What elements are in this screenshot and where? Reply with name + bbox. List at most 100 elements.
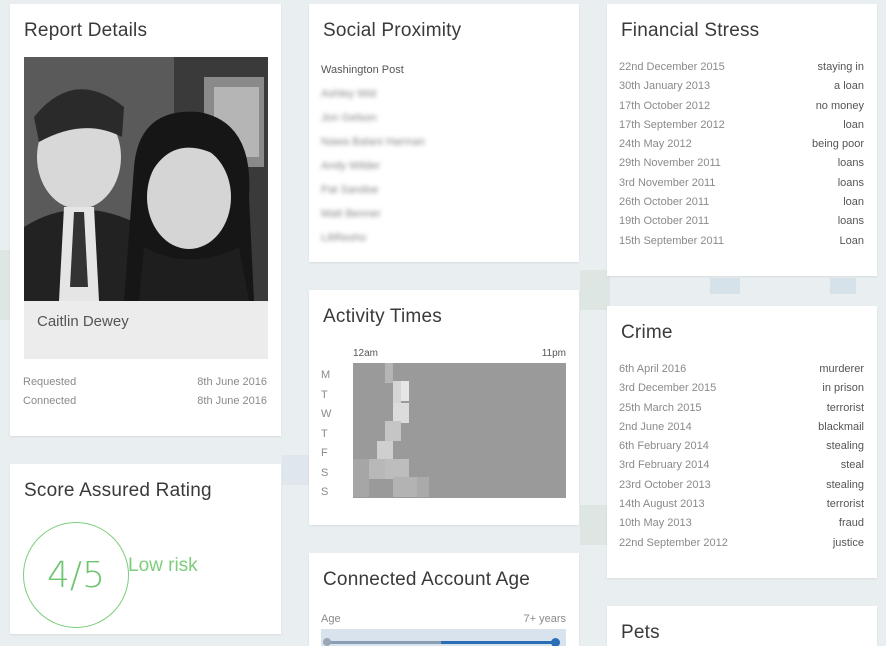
- score-rating-card: Score Assured Rating 4/5 Low risk: [10, 464, 281, 634]
- item-date: 19th October 2011: [619, 215, 710, 228]
- list-item: 25th March 2015 terrorist: [619, 399, 864, 418]
- account-age-card: Connected Account Age Age 7+ years: [309, 553, 579, 646]
- list-item: 14th August 2013 terrorist: [619, 495, 864, 514]
- social-item[interactable]: Andy Wilder: [321, 160, 425, 184]
- list-item: 17th October 2012 no money: [619, 97, 864, 116]
- list-item: 10th May 2013 fraud: [619, 514, 864, 533]
- list-item: 3rd February 2014 steal: [619, 456, 864, 475]
- pets-card: Pets: [607, 606, 877, 646]
- item-term: terrorist: [826, 401, 864, 414]
- item-term: in prison: [822, 382, 864, 395]
- list-item: 6th April 2016 murderer: [619, 360, 864, 379]
- item-date: 29th November 2011: [619, 157, 721, 170]
- social-item[interactable]: Jon Gelson: [321, 112, 425, 136]
- social-proximity-title: Social Proximity: [323, 20, 462, 41]
- list-item: 3rd November 2011 loans: [619, 174, 864, 193]
- day-label: T: [321, 427, 328, 440]
- list-item: 19th October 2011 loans: [619, 212, 864, 231]
- day-label: F: [321, 447, 328, 459]
- item-date: 24th May 2012: [619, 138, 692, 151]
- social-item[interactable]: Ashley Wid: [321, 88, 425, 112]
- person-name: Caitlin Dewey: [37, 313, 129, 330]
- item-date: 17th October 2012: [619, 99, 711, 112]
- item-term: stealing: [826, 440, 864, 453]
- list-item: 3rd December 2015 in prison: [619, 379, 864, 398]
- crime-list: 6th April 2016 murderer 3rd December 2015…: [619, 360, 864, 553]
- item-term: Loan: [839, 234, 864, 247]
- item-date: 3rd November 2011: [619, 176, 716, 189]
- day-label: W: [321, 408, 332, 420]
- item-date: 3rd February 2014: [619, 459, 710, 472]
- social-proximity-card: Social Proximity Washington Post Ashley …: [309, 4, 579, 262]
- item-date: 23rd October 2013: [619, 478, 711, 491]
- day-label: M: [321, 369, 331, 381]
- item-term: staying in: [817, 61, 864, 73]
- activity-start-label: 12am: [353, 348, 379, 359]
- item-term: being poor: [812, 138, 864, 151]
- list-item: 2nd June 2014 blackmail: [619, 418, 864, 437]
- connected-row: Connected 8th June 2016: [23, 395, 267, 407]
- list-item: 30th January 2013 a loan: [619, 77, 864, 96]
- crime-card: Crime 6th April 2016 murderer 3rd Decembe…: [607, 306, 877, 578]
- list-item: 22nd December 2015 staying in: [619, 58, 864, 77]
- activity-times-card: Activity Times 12am 11pm M T W T F S S: [309, 290, 579, 525]
- item-date: 15th September 2011: [619, 234, 724, 247]
- list-item: 22nd September 2012 justice: [619, 534, 864, 553]
- profile-photo: [24, 57, 268, 301]
- item-date: 6th April 2016: [619, 363, 687, 375]
- item-term: justice: [832, 536, 864, 549]
- item-date: 22nd September 2012: [619, 536, 728, 549]
- item-date: 6th February 2014: [619, 440, 709, 453]
- age-value: 7+ years: [523, 613, 567, 625]
- item-date: 22nd December 2015: [619, 61, 725, 73]
- item-term: loans: [837, 176, 864, 189]
- age-bar-start-dot: [323, 638, 331, 646]
- age-bar: [321, 629, 566, 646]
- financial-stress-title: Financial Stress: [621, 20, 760, 41]
- day-label: S: [321, 466, 329, 479]
- item-date: 14th August 2013: [619, 498, 705, 511]
- item-date: 2nd June 2014: [619, 420, 692, 433]
- item-date: 26th October 2011: [619, 196, 710, 209]
- social-item[interactable]: Pat Sandoe: [321, 184, 425, 208]
- item-date: 25th March 2015: [619, 401, 702, 414]
- day-label: S: [321, 486, 329, 498]
- account-age-title: Connected Account Age: [323, 569, 531, 590]
- financial-stress-list: 22nd December 2015 staying in 30th Januar…: [619, 58, 864, 251]
- crime-title: Crime: [621, 322, 673, 343]
- list-item: 23rd October 2013 stealing: [619, 476, 864, 495]
- item-date: 17th September 2012: [619, 118, 725, 131]
- list-item: 26th October 2011 loan: [619, 193, 864, 212]
- day-labels: M T W T F S S: [321, 366, 331, 503]
- social-item[interactable]: LiliResho: [321, 232, 425, 256]
- item-term: loan: [843, 118, 864, 131]
- pets-title: Pets: [621, 622, 660, 643]
- financial-stress-card: Financial Stress 22nd December 2015 stayi…: [607, 4, 877, 276]
- item-date: 10th May 2013: [619, 517, 692, 530]
- list-item: 6th February 2014 stealing: [619, 437, 864, 456]
- item-term: terrorist: [826, 498, 864, 511]
- list-item: 17th September 2012 loan: [619, 116, 864, 135]
- social-item[interactable]: Washington Post: [321, 64, 425, 88]
- item-term: loans: [837, 215, 864, 228]
- item-term: murderer: [819, 363, 864, 375]
- social-item[interactable]: Nawa Balani Harman: [321, 136, 425, 160]
- requested-row: Requested 8th June 2016: [23, 376, 267, 388]
- list-item: 15th September 2011 Loan: [619, 232, 864, 251]
- item-term: blackmail: [818, 420, 864, 433]
- report-details-title: Report Details: [24, 20, 148, 41]
- item-term: stealing: [826, 478, 864, 491]
- report-details-card: Report Details Caitlin Dewey Requested 8…: [10, 4, 281, 436]
- day-label: T: [321, 388, 328, 401]
- score-ring: 4/5: [23, 522, 129, 628]
- activity-end-label: 11pm: [541, 348, 566, 359]
- requested-label: Requested: [23, 376, 77, 388]
- social-list: Washington Post Ashley Wid Jon Gelson Na…: [321, 64, 425, 256]
- age-label: Age: [321, 613, 341, 625]
- activity-heatmap: [353, 363, 566, 498]
- item-date: 30th January 2013: [619, 80, 711, 93]
- list-item: 29th November 2011 loans: [619, 154, 864, 173]
- social-item[interactable]: Matt Benner: [321, 208, 425, 232]
- item-term: steal: [840, 459, 864, 472]
- item-term: loan: [843, 196, 864, 209]
